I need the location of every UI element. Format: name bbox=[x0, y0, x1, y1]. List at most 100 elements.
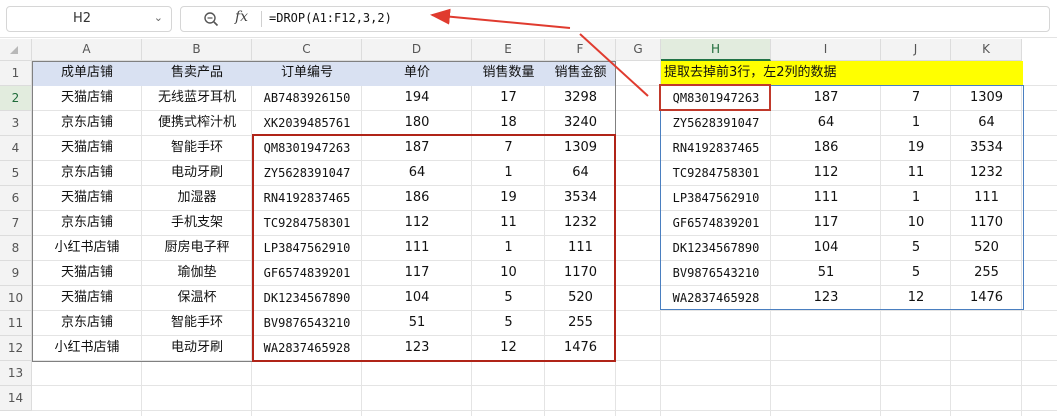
table-cell[interactable]: 255 bbox=[545, 311, 616, 336]
table-cell[interactable]: 3534 bbox=[545, 186, 616, 211]
row-header-13[interactable]: 13 bbox=[0, 361, 32, 386]
table-cell[interactable]: 1 bbox=[472, 161, 545, 186]
column-header-e[interactable]: E bbox=[472, 39, 545, 61]
row-header-12[interactable]: 12 bbox=[0, 336, 32, 361]
table-cell[interactable]: 天猫店铺 bbox=[32, 186, 142, 211]
table-cell[interactable]: 111 bbox=[362, 236, 472, 261]
table-cell[interactable]: 天猫店铺 bbox=[32, 261, 142, 286]
header-cell[interactable]: 订单编号 bbox=[252, 61, 362, 86]
table-cell[interactable]: AB7483926150 bbox=[252, 86, 362, 111]
result-cell[interactable]: 1170 bbox=[951, 211, 1022, 236]
result-cell[interactable]: 7 bbox=[881, 86, 951, 111]
table-cell[interactable]: 520 bbox=[545, 286, 616, 311]
table-cell[interactable]: XK2039485761 bbox=[252, 111, 362, 136]
result-cell[interactable]: 64 bbox=[771, 111, 881, 136]
table-cell[interactable]: 18 bbox=[472, 111, 545, 136]
result-cell[interactable]: TC9284758301 bbox=[661, 161, 771, 186]
result-cell[interactable]: QM8301947263 bbox=[661, 86, 771, 111]
table-cell[interactable]: 加湿器 bbox=[142, 186, 252, 211]
result-cell[interactable]: ZY5628391047 bbox=[661, 111, 771, 136]
result-cell[interactable]: 520 bbox=[951, 236, 1022, 261]
table-cell[interactable]: 187 bbox=[362, 136, 472, 161]
table-cell[interactable]: 京东店铺 bbox=[32, 111, 142, 136]
row-header-6[interactable]: 6 bbox=[0, 186, 32, 211]
column-header-k[interactable]: K bbox=[951, 39, 1022, 61]
row-header-8[interactable]: 8 bbox=[0, 236, 32, 261]
row-header-14[interactable]: 14 bbox=[0, 386, 32, 411]
table-cell[interactable]: 天猫店铺 bbox=[32, 86, 142, 111]
table-cell[interactable]: 京东店铺 bbox=[32, 161, 142, 186]
table-cell[interactable]: BV9876543210 bbox=[252, 311, 362, 336]
result-cell[interactable]: 186 bbox=[771, 136, 881, 161]
table-cell[interactable]: 64 bbox=[545, 161, 616, 186]
table-cell[interactable]: RN4192837465 bbox=[252, 186, 362, 211]
table-cell[interactable]: 1309 bbox=[545, 136, 616, 161]
table-cell[interactable]: 10 bbox=[472, 261, 545, 286]
table-cell[interactable]: 3240 bbox=[545, 111, 616, 136]
header-cell[interactable]: 售卖产品 bbox=[142, 61, 252, 86]
table-cell[interactable]: 保温杯 bbox=[142, 286, 252, 311]
row-header-2[interactable]: 2 bbox=[0, 86, 32, 111]
table-cell[interactable]: 便携式榨汁机 bbox=[142, 111, 252, 136]
result-cell[interactable]: 10 bbox=[881, 211, 951, 236]
result-cell[interactable]: 19 bbox=[881, 136, 951, 161]
result-cell[interactable]: 1309 bbox=[951, 86, 1022, 111]
column-header-g[interactable]: G bbox=[616, 39, 661, 61]
table-cell[interactable]: 104 bbox=[362, 286, 472, 311]
table-cell[interactable]: 19 bbox=[472, 186, 545, 211]
result-cell[interactable]: 123 bbox=[771, 286, 881, 311]
table-cell[interactable]: 64 bbox=[362, 161, 472, 186]
table-cell[interactable]: 17 bbox=[472, 86, 545, 111]
result-cell[interactable]: 111 bbox=[951, 186, 1022, 211]
header-cell[interactable]: 单价 bbox=[362, 61, 472, 86]
table-cell[interactable]: 厨房电子秤 bbox=[142, 236, 252, 261]
table-cell[interactable]: GF6574839201 bbox=[252, 261, 362, 286]
table-cell[interactable]: 小红书店铺 bbox=[32, 236, 142, 261]
table-cell[interactable]: WA2837465928 bbox=[252, 336, 362, 361]
result-cell[interactable]: 1476 bbox=[951, 286, 1022, 311]
header-cell[interactable]: 销售数量 bbox=[472, 61, 545, 86]
result-cell[interactable]: 3534 bbox=[951, 136, 1022, 161]
result-cell[interactable]: 111 bbox=[771, 186, 881, 211]
table-cell[interactable]: 京东店铺 bbox=[32, 211, 142, 236]
row-header-5[interactable]: 5 bbox=[0, 161, 32, 186]
table-cell[interactable]: 7 bbox=[472, 136, 545, 161]
table-cell[interactable]: 186 bbox=[362, 186, 472, 211]
table-cell[interactable]: 手机支架 bbox=[142, 211, 252, 236]
table-cell[interactable]: 1170 bbox=[545, 261, 616, 286]
result-cell[interactable]: BV9876543210 bbox=[661, 261, 771, 286]
column-header-a[interactable]: A bbox=[32, 39, 142, 61]
result-title-banner[interactable]: 提取去掉前3行，左2列的数据 bbox=[661, 61, 1023, 85]
table-cell[interactable]: 智能手环 bbox=[142, 311, 252, 336]
table-cell[interactable]: 180 bbox=[362, 111, 472, 136]
table-cell[interactable]: 5 bbox=[472, 286, 545, 311]
table-cell[interactable]: 小红书店铺 bbox=[32, 336, 142, 361]
result-cell[interactable]: 11 bbox=[881, 161, 951, 186]
result-cell[interactable]: 117 bbox=[771, 211, 881, 236]
column-header-d[interactable]: D bbox=[362, 39, 472, 61]
table-cell[interactable]: 1476 bbox=[545, 336, 616, 361]
table-cell[interactable]: 111 bbox=[545, 236, 616, 261]
row-header-10[interactable]: 10 bbox=[0, 286, 32, 311]
column-header-c[interactable]: C bbox=[252, 39, 362, 61]
table-cell[interactable]: 12 bbox=[472, 336, 545, 361]
result-cell[interactable]: 12 bbox=[881, 286, 951, 311]
row-header-1[interactable]: 1 bbox=[0, 61, 32, 86]
table-cell[interactable]: 1 bbox=[472, 236, 545, 261]
column-header-f[interactable]: F bbox=[545, 39, 616, 61]
row-header-9[interactable]: 9 bbox=[0, 261, 32, 286]
table-cell[interactable]: QM8301947263 bbox=[252, 136, 362, 161]
formula-text[interactable]: =DROP(A1:F12,3,2) bbox=[269, 11, 392, 25]
column-header-b[interactable]: B bbox=[142, 39, 252, 61]
table-cell[interactable]: LP3847562910 bbox=[252, 236, 362, 261]
table-cell[interactable]: 117 bbox=[362, 261, 472, 286]
result-cell[interactable]: 51 bbox=[771, 261, 881, 286]
row-header-11[interactable]: 11 bbox=[0, 311, 32, 336]
result-cell[interactable]: GF6574839201 bbox=[661, 211, 771, 236]
table-cell[interactable]: 123 bbox=[362, 336, 472, 361]
table-cell[interactable]: 京东店铺 bbox=[32, 311, 142, 336]
column-header-j[interactable]: J bbox=[881, 39, 951, 61]
select-all-corner[interactable] bbox=[0, 39, 32, 61]
table-cell[interactable]: 智能手环 bbox=[142, 136, 252, 161]
fx-icon[interactable]: fx bbox=[235, 9, 248, 25]
